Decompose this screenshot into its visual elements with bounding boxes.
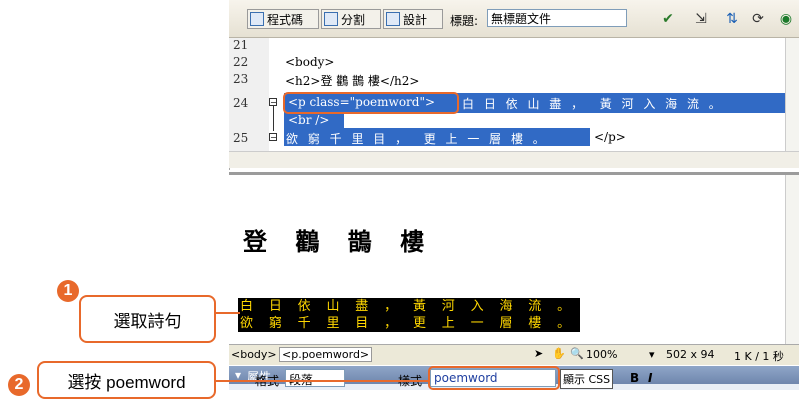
tag-selector-body[interactable]: <body>	[231, 348, 277, 361]
title-label: 標題:	[450, 14, 479, 28]
bold-button[interactable]: B	[630, 371, 639, 385]
step2-badge: 2	[8, 374, 30, 396]
design-poem-line-2[interactable]: 欲 窮 千 里 目 ， 更 上 一 層 樓 。	[238, 315, 580, 332]
code-line-p-close[interactable]: </p>	[594, 130, 626, 144]
tag-highlight-box	[283, 92, 459, 114]
callout-step1-text: 選取詩句	[113, 311, 182, 331]
code-vertical-scrollbar[interactable]	[785, 38, 799, 151]
document-toolbar: 程式碼 分割 設計 標題: ✔ ⇲ ⇅ ⟳ ◉	[229, 0, 799, 38]
pointer-tool-icon[interactable]: ➤	[534, 347, 543, 360]
design-view-label: 設計	[403, 12, 428, 27]
file-size: 1 K / 1 秒	[734, 350, 784, 363]
design-view-button[interactable]: 設計	[383, 9, 443, 29]
style-highlight-box	[428, 366, 560, 390]
hand-tool-icon[interactable]: ✋	[552, 347, 566, 360]
line-number: 23	[233, 72, 249, 86]
refresh-icon[interactable]: ⟳	[749, 10, 767, 28]
line-number: 24	[233, 96, 249, 110]
title-input[interactable]	[487, 9, 627, 27]
code-view-button[interactable]: 程式碼	[247, 9, 319, 29]
tag-selector-p[interactable]: <p.poemword>	[279, 347, 373, 362]
callout-step2-text: 選按 poemword	[67, 372, 186, 392]
step1-badge: 1	[57, 280, 79, 302]
code-line-poem1[interactable]: 白 日 依 山 盡 ， 黃 河 入 海 流 。	[462, 95, 724, 112]
browser-check-icon[interactable]: ⇲	[692, 10, 710, 28]
status-bar: <body> <p.poemword> ➤ ✋ 🔍 100% ▾ 502 x 9…	[229, 344, 799, 365]
preview-globe-icon[interactable]: ◉	[777, 10, 795, 28]
fold-toggle-icon[interactable]: −	[269, 133, 277, 142]
split-view-icon	[324, 12, 338, 26]
code-view-label: 程式碼	[267, 12, 304, 27]
line-number: 25	[233, 131, 249, 145]
validate-icon[interactable]: ✔	[659, 10, 677, 28]
format-select[interactable]: 段落	[285, 369, 345, 387]
code-line-h2[interactable]: <h2>登 鸛 鵲 樓</h2>	[285, 72, 419, 89]
italic-button[interactable]: I	[648, 371, 652, 385]
zoom-tool-icon[interactable]: 🔍	[570, 347, 584, 360]
callout-step2: 選按 poemword	[37, 361, 216, 399]
design-poem-line-1[interactable]: 白 日 依 山 盡 ， 黃 河 入 海 流 。	[238, 298, 580, 315]
file-manage-icon[interactable]: ⇅	[723, 10, 741, 28]
code-line-br[interactable]: <br />	[288, 113, 329, 127]
design-heading[interactable]: 登 鸛 鵲 樓	[243, 222, 434, 257]
callout-step1: 選取詩句	[79, 295, 216, 343]
line-number: 22	[233, 55, 249, 69]
code-line-poem2[interactable]: 欲 窮 千 里 目 ， 更 上 一 層 樓 。	[286, 130, 548, 147]
code-horizontal-scrollbar[interactable]	[229, 151, 799, 168]
window-size[interactable]: 502 x 94	[666, 348, 715, 361]
fold-line	[273, 106, 274, 131]
callout-connector	[215, 380, 430, 382]
line-number: 21	[233, 38, 249, 52]
zoom-level[interactable]: 100%	[586, 348, 617, 361]
code-view-icon	[250, 12, 264, 26]
design-view-icon	[386, 12, 400, 26]
chevron-down-icon[interactable]: ▾	[649, 348, 655, 361]
show-css-button[interactable]: 顯示 CSS	[560, 369, 614, 389]
split-view-button[interactable]: 分割	[321, 9, 381, 29]
code-line-body[interactable]: <body>	[285, 55, 334, 69]
split-view-label: 分割	[341, 12, 366, 27]
design-vertical-scrollbar[interactable]	[785, 175, 799, 345]
callout-connector	[215, 312, 240, 314]
fold-toggle-icon[interactable]: −	[269, 98, 277, 107]
